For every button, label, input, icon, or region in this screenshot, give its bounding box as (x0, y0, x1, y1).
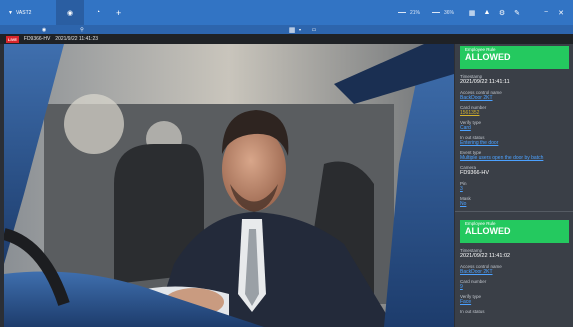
card-number-field: Card number 1561352 (460, 105, 569, 116)
video-frame-image (4, 44, 454, 327)
memory-meter: 36% (431, 9, 454, 16)
memory-meter-icon (431, 12, 440, 13)
timestamp-value: 2021/09/22 11:41:02 (460, 253, 511, 259)
top-toolbar: ▼ VAST2 ◉ ◔ + 21% 36% ▦ ▲ ⚙ ✎ − ✕ (0, 0, 573, 25)
verify-type-field: Verify type Face (460, 294, 569, 305)
fullscreen-icon[interactable]: ▭ (310, 27, 318, 33)
access-control-link[interactable]: BackDoor 2KT (460, 95, 569, 101)
card-number-link[interactable]: 1561352 (460, 110, 569, 116)
minimize-icon[interactable]: − (540, 7, 552, 19)
in-out-status-field: In out status (460, 309, 569, 314)
event-card[interactable]: Employee Rule ALLOWED Timestamp 2021/09/… (455, 220, 573, 314)
add-tab-button[interactable]: + (116, 8, 121, 18)
view-subbar: ◉ ⚲ ▦ ▾ ▭ (0, 25, 573, 34)
live-badge: LIVE (6, 35, 19, 43)
settings-icon[interactable]: ⚙ (496, 7, 508, 19)
status-value: ALLOWED (465, 52, 511, 62)
layout-icon[interactable]: ▦ (288, 26, 296, 34)
pin-link[interactable]: 3 (460, 186, 569, 192)
event-type-link[interactable]: Multiple users open the door by batch (460, 155, 569, 161)
view-camera-icon[interactable]: ◉ (40, 27, 48, 33)
search-icon[interactable]: ⚲ (78, 27, 86, 33)
edit-icon[interactable]: ✎ (511, 7, 523, 19)
cpu-meter-value: 21% (409, 9, 420, 16)
event-divider (455, 211, 573, 212)
event-type-field: Event type Multiple users open the door … (460, 150, 569, 161)
tab-playback[interactable]: ◔ (84, 0, 112, 25)
cpu-meter: 21% (397, 9, 420, 16)
card-number-field: Card number 9 (460, 279, 569, 290)
camera-name: FD9366-HV (23, 36, 51, 42)
bell-icon[interactable]: ▲ (481, 7, 493, 19)
timestamp-value: 2021/09/22 11:41:11 (460, 79, 510, 85)
timestamp-field: Timestamp 2021/09/22 11:41:02 (460, 248, 569, 260)
event-card[interactable]: Employee Rule ALLOWED Timestamp 2021/09/… (455, 44, 573, 207)
tab-live-view[interactable]: ◉ (56, 0, 84, 25)
status-value: ALLOWED (465, 226, 511, 236)
camera-field: Camera FD9366-HV (460, 165, 569, 177)
in-out-status-label: In out status (460, 309, 485, 314)
timestamp-field: Timestamp 2021/09/22 11:41:11 (460, 74, 569, 86)
pin-field: Pin 3 (460, 181, 569, 192)
verify-type-link[interactable]: Face (460, 299, 569, 305)
in-out-status-link[interactable]: Entering the door (460, 140, 569, 146)
mask-field: Mask No (460, 196, 569, 207)
camera-value: FD9366-HV (460, 170, 490, 176)
camera-icon: ◉ (66, 9, 74, 17)
layout-dropdown-icon[interactable]: ▾ (296, 27, 304, 32)
status-badge: Employee Rule ALLOWED (460, 46, 569, 69)
live-video-view[interactable] (4, 44, 454, 327)
memory-meter-value: 36% (443, 9, 454, 16)
access-control-link[interactable]: BackDoor 2KT (460, 269, 569, 275)
verify-type-field: Verify type Card (460, 120, 569, 131)
app-brand: ▼ VAST2 (0, 10, 56, 16)
close-icon[interactable]: ✕ (555, 7, 567, 19)
mask-link[interactable]: No (460, 201, 569, 207)
event-panel: Employee Rule ALLOWED Timestamp 2021/09/… (455, 44, 573, 327)
clock-icon: ◔ (95, 9, 101, 16)
cpu-meter-icon (397, 12, 406, 13)
app-title: VAST2 (15, 9, 32, 16)
channel-info-bar: LIVE FD9366-HV 2021/9/22 11:41:23 (0, 34, 573, 44)
stream-timestamp: 2021/9/22 11:41:23 (55, 36, 99, 42)
app-logo-icon: ▼ (8, 9, 13, 16)
access-control-field: Access control name BackDoor 2KT (460, 90, 569, 101)
access-control-field: Access control name BackDoor 2KT (460, 264, 569, 275)
in-out-status-field: In out status Entering the door (460, 135, 569, 146)
grid-icon[interactable]: ▦ (466, 7, 478, 19)
status-badge: Employee Rule ALLOWED (460, 220, 569, 243)
card-number-link[interactable]: 9 (460, 284, 569, 290)
verify-type-link[interactable]: Card (460, 125, 569, 131)
